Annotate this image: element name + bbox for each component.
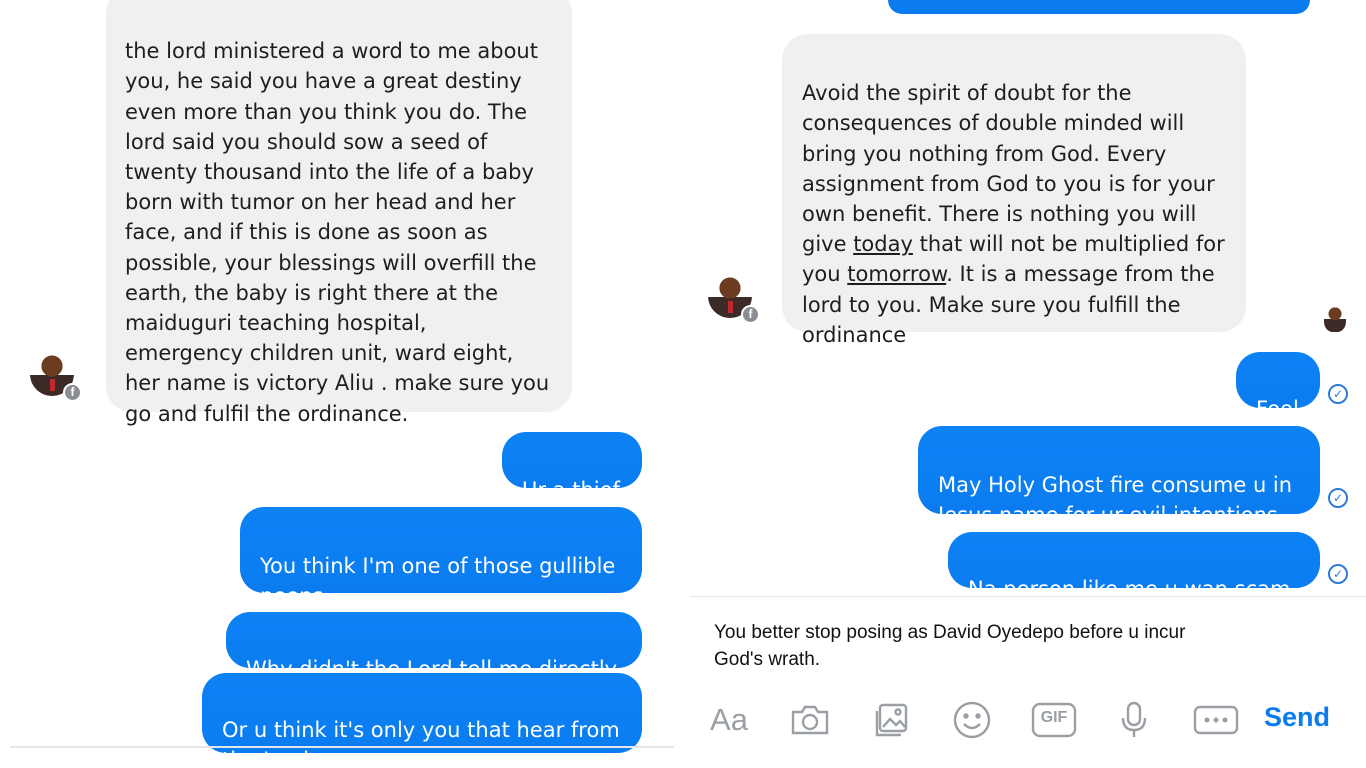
incoming-message-bubble: Avoid the spirit of doubt for the conseq… [782, 34, 1246, 347]
left-conversation-panel: the lord ministered a word to me about y… [0, 0, 676, 768]
sender-avatar[interactable]: f [708, 274, 760, 324]
panel-divider [678, 0, 688, 768]
seen-check-icon: ✓ [1328, 488, 1348, 508]
seen-check-icon: ✓ [1328, 384, 1348, 404]
incoming-message-bubble: the lord ministered a word to me about y… [106, 0, 572, 426]
outgoing-message-bubble: You think I'm one of those gullible peep… [240, 507, 642, 608]
sender-avatar[interactable]: f [30, 352, 82, 402]
read-receipt-avatar [1324, 306, 1346, 332]
outgoing-message-text: Fool [1256, 397, 1299, 421]
outgoing-message-bubble: Why didn't the Lord tell me directly [226, 612, 642, 681]
outgoing-message-bubble: May Holy Ghost fire consume u in Jesus n… [918, 426, 1320, 527]
outgoing-message-bubble: Ur a thief [502, 432, 642, 502]
message-composer[interactable]: You better stop posing as David Oyedepo … [690, 596, 1366, 768]
send-button[interactable]: Send [1264, 702, 1330, 733]
facebook-badge-icon: f [63, 383, 82, 402]
previous-message-bubble-edge [888, 0, 1310, 14]
more-icon[interactable] [1192, 700, 1240, 740]
avatar-tie [50, 379, 55, 391]
outgoing-message-bubble: Or u think it's only you that hear from … [202, 673, 642, 768]
seen-check-icon: ✓ [1328, 564, 1348, 584]
gallery-icon[interactable] [870, 700, 914, 740]
incoming-message-text: Avoid the spirit of doubt for the conseq… [802, 81, 1215, 257]
text-format-icon[interactable]: Aa [706, 700, 752, 740]
outgoing-message-text: Ur a thief [522, 478, 620, 502]
gif-icon[interactable]: GIF [1030, 700, 1078, 740]
outgoing-message-text: You think I'm one of those gullible peep… [260, 554, 616, 608]
underlined-word: today [853, 232, 913, 257]
emoji-icon[interactable] [950, 700, 994, 740]
outgoing-message-text: Or u think it's only you that hear from … [222, 718, 620, 768]
outgoing-message-bubble: Na person like me u wan scam. [948, 532, 1320, 601]
bottom-divider [10, 746, 674, 748]
gif-label: GIF [1040, 709, 1068, 726]
incoming-message-text: the lord ministered a word to me about y… [125, 39, 550, 426]
message-input[interactable]: You better stop posing as David Oyedepo … [714, 619, 1314, 673]
microphone-icon[interactable] [1114, 700, 1154, 740]
outgoing-message-text: May Holy Ghost fire consume u in Jesus n… [938, 473, 1293, 527]
avatar-tie [728, 301, 733, 313]
underlined-word: tomorrow [847, 262, 947, 287]
facebook-badge-icon: f [741, 305, 760, 324]
outgoing-message-bubble: Fool [1236, 352, 1320, 421]
camera-icon[interactable] [788, 700, 832, 740]
